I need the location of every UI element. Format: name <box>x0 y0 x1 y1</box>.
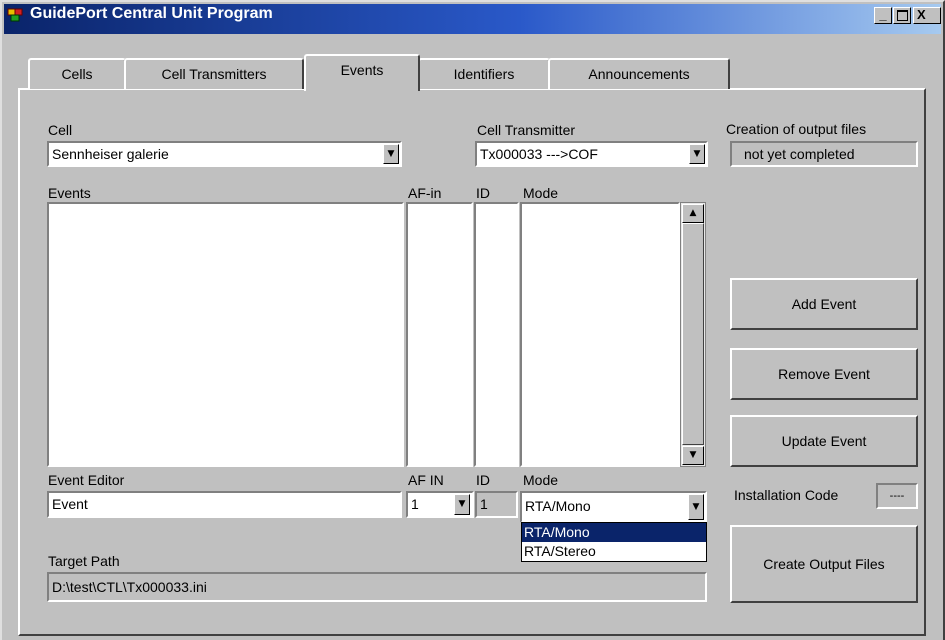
chevron-down-icon: ▼ <box>458 499 466 509</box>
tab-cell-transmitters[interactable]: Cell Transmitters <box>124 58 304 89</box>
minimize-button[interactable]: _ <box>874 7 892 24</box>
close-icon: X <box>917 7 926 22</box>
output-status-value: not yet completed <box>744 146 855 162</box>
mode-list[interactable] <box>520 202 680 467</box>
cell-transmitter-dropdown-button[interactable]: ▼ <box>689 144 705 164</box>
scroll-up-button[interactable]: ▲ <box>682 204 704 223</box>
tab-cells[interactable]: Cells <box>28 58 126 89</box>
chevron-down-icon: ▼ <box>387 149 395 159</box>
af-in-editor-label: AF IN <box>408 472 444 488</box>
tab-identifiers[interactable]: Identifiers <box>418 58 550 89</box>
mode-dropdown-list: RTA/Mono RTA/Stereo <box>521 522 707 562</box>
mode-column-header: Mode <box>523 185 559 201</box>
cell-select[interactable]: Sennheiser galerie <box>47 141 402 167</box>
events-list[interactable] <box>47 202 404 467</box>
mode-editor-label: Mode <box>523 472 559 488</box>
id-column-header: ID <box>476 185 490 201</box>
target-path-field: D:\test\CTL\Tx000033.ini <box>47 572 707 602</box>
cell-transmitter-select[interactable]: Tx000033 --->COF <box>475 141 708 167</box>
af-in-list[interactable] <box>406 202 473 467</box>
output-status-field: not yet completed <box>730 141 918 167</box>
tab-events[interactable]: Events <box>304 54 420 91</box>
output-status-label: Creation of output files <box>726 121 867 137</box>
update-event-button[interactable]: Update Event <box>730 415 918 467</box>
mode-option-rta-mono[interactable]: RTA/Mono <box>522 523 706 542</box>
target-path-label: Target Path <box>48 553 120 569</box>
mode-select[interactable]: RTA/Mono <box>520 491 707 523</box>
scroll-thumb[interactable] <box>682 223 704 445</box>
event-editor-label: Event Editor <box>48 472 125 488</box>
af-in-select-value: 1 <box>411 496 419 512</box>
mode-dropdown-button[interactable]: ▼ <box>688 494 704 520</box>
create-output-files-button[interactable]: Create Output Files <box>730 525 918 603</box>
event-editor-value: Event <box>52 496 88 512</box>
mode-option-rta-stereo[interactable]: RTA/Stereo <box>522 542 706 561</box>
chevron-down-icon: ▼ <box>692 502 700 512</box>
installation-code-value: ---- <box>889 490 905 502</box>
id-list[interactable] <box>474 202 519 467</box>
id-editor-field: 1 <box>475 491 518 518</box>
target-path-value: D:\test\CTL\Tx000033.ini <box>52 579 207 595</box>
add-event-button[interactable]: Add Event <box>730 278 918 330</box>
scroll-down-button[interactable]: ▼ <box>682 446 704 465</box>
installation-code-label: Installation Code <box>734 487 839 503</box>
chevron-up-icon: ▲ <box>689 208 697 218</box>
installation-code-field: ---- <box>876 483 918 509</box>
event-editor-input[interactable]: Event <box>47 491 402 518</box>
window-title: GuidePort Central Unit Program <box>30 5 273 22</box>
cell-dropdown-button[interactable]: ▼ <box>383 144 399 164</box>
chevron-down-icon: ▼ <box>693 149 701 159</box>
mode-select-value: RTA/Mono <box>525 498 591 514</box>
chevron-down-icon: ▼ <box>689 450 697 460</box>
cell-select-value: Sennheiser galerie <box>52 146 169 162</box>
minimize-icon: _ <box>879 7 887 22</box>
maximize-button[interactable] <box>893 7 911 24</box>
id-editor-label: ID <box>476 472 490 488</box>
id-editor-value: 1 <box>480 496 488 512</box>
cell-transmitter-value: Tx000033 --->COF <box>480 146 598 162</box>
app-icon <box>7 8 23 22</box>
cell-label: Cell <box>48 122 73 138</box>
maximize-icon <box>896 10 908 21</box>
tab-announcements[interactable]: Announcements <box>548 58 730 89</box>
close-button[interactable]: X <box>913 7 941 24</box>
af-in-dropdown-button[interactable]: ▼ <box>454 494 470 515</box>
events-column-header: Events <box>48 185 91 201</box>
cell-transmitter-label: Cell Transmitter <box>477 122 576 138</box>
af-in-column-header: AF-in <box>408 185 442 201</box>
remove-event-button[interactable]: Remove Event <box>730 348 918 400</box>
